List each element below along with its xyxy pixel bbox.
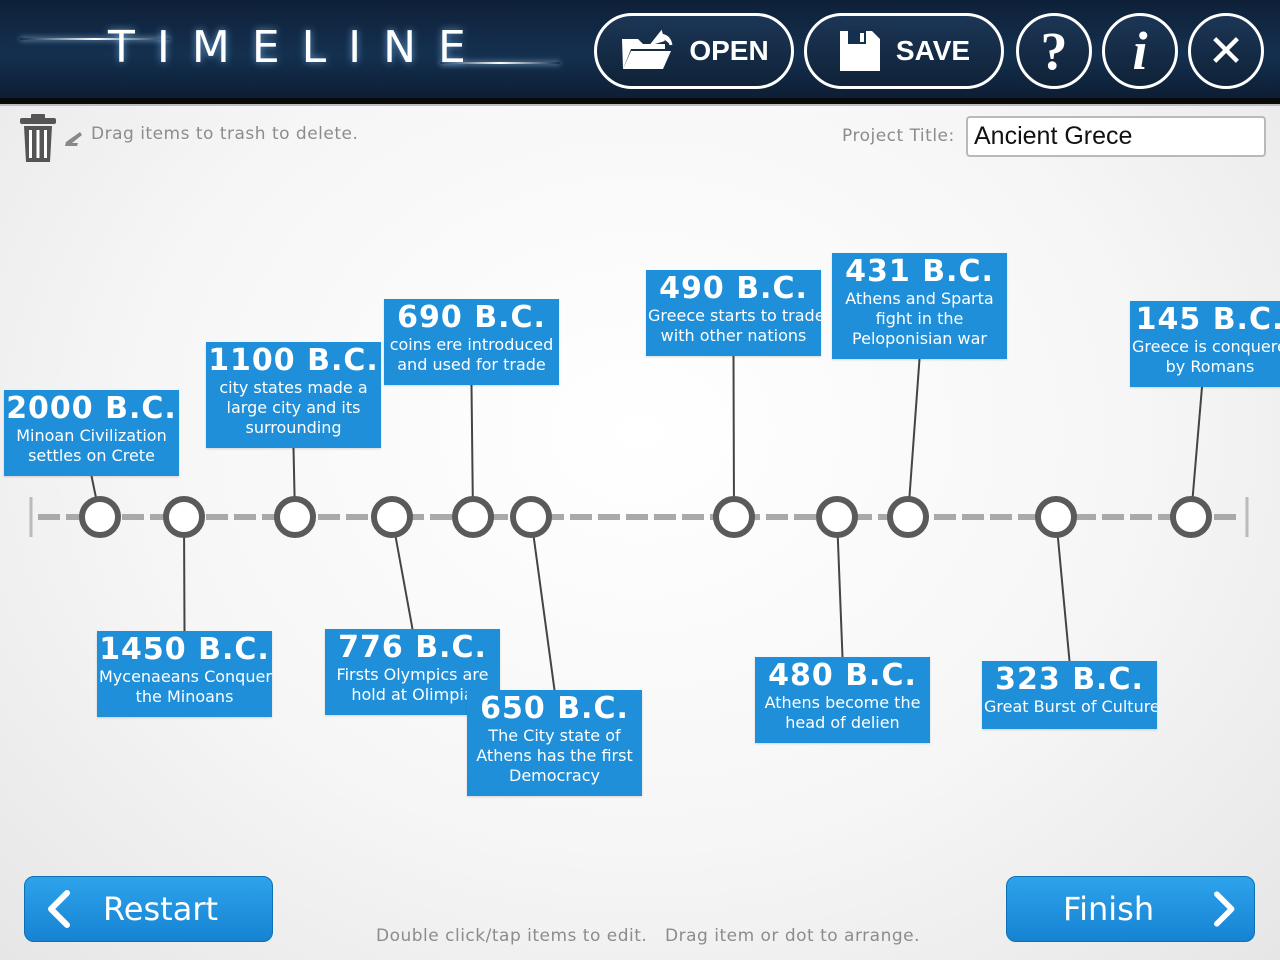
event-date: 431 B.C.	[845, 254, 994, 289]
timeline-dot[interactable]	[816, 496, 858, 538]
restart-button[interactable]: Restart	[24, 876, 273, 942]
event-card[interactable]: 490 B.C. Greece starts to trade with othe…	[646, 270, 821, 356]
event-description: Greece starts to trade with other nation…	[648, 306, 821, 345]
timeline-dot[interactable]	[1170, 496, 1212, 538]
event-date: 1100 B.C.	[208, 343, 379, 378]
bottom-hint: Double click/tap items to edit. Drag ite…	[376, 926, 920, 946]
event-card[interactable]: 431 B.C. Athens and Sparta fight in the P…	[832, 253, 1007, 359]
event-date: 690 B.C.	[397, 300, 546, 335]
event-date: 2000 B.C.	[6, 391, 177, 426]
timeline-dot[interactable]	[274, 496, 316, 538]
event-date: 1450 B.C.	[99, 632, 270, 667]
finish-button[interactable]: Finish	[1006, 876, 1255, 942]
event-description: city states made a large city and its su…	[219, 378, 368, 437]
event-description: coins ere introduced and used for trade	[389, 335, 554, 374]
event-card[interactable]: 650 B.C. The City state of Athens has the…	[467, 690, 642, 796]
timeline-dot[interactable]	[371, 496, 413, 538]
event-date: 490 B.C.	[659, 271, 808, 306]
chevron-left-icon	[48, 890, 70, 928]
event-card[interactable]: 480 B.C. Athens become the head of delien	[755, 657, 930, 743]
event-card[interactable]: 1450 B.C. Mycenaeans Conquer the Minoans	[97, 631, 272, 717]
event-date: 650 B.C.	[480, 691, 629, 726]
timeline-dot[interactable]	[887, 496, 929, 538]
event-connector	[732, 355, 735, 518]
restart-button-label: Restart	[103, 890, 219, 928]
event-description: Athens and Sparta fight in the Peloponis…	[845, 289, 994, 348]
timeline-dot[interactable]	[713, 496, 755, 538]
event-date: 776 B.C.	[338, 630, 487, 665]
event-description: The City state of Athens has the first D…	[476, 726, 633, 785]
event-card[interactable]: 2000 B.C. Minoan Civilization settles on …	[4, 390, 179, 476]
finish-button-label: Finish	[1063, 890, 1155, 928]
event-description: Mycenaeans Conquer the Minoans	[99, 667, 272, 706]
event-connector	[907, 358, 921, 518]
event-date: 323 B.C.	[995, 662, 1144, 697]
event-connector	[1055, 516, 1071, 662]
event-connector	[836, 516, 844, 658]
event-description: Minoan Civilization settles on Crete	[16, 426, 167, 465]
event-card[interactable]: 690 B.C. coins ere introduced and used fo…	[384, 299, 559, 385]
event-card[interactable]: 145 B.C.Greece is conquered by Romans	[1130, 301, 1280, 387]
timeline-dot[interactable]	[163, 496, 205, 538]
event-date: 145 B.C.	[1135, 302, 1280, 337]
timeline-dot[interactable]	[510, 496, 552, 538]
event-connector	[530, 516, 556, 691]
timeline-canvas	[29, 355, 1249, 691]
event-description: Athens become the head of delien	[764, 693, 921, 732]
timeline-dot[interactable]	[452, 496, 494, 538]
timeline-dot[interactable]	[79, 496, 121, 538]
event-card[interactable]: 1100 B.C. city states made a large city a…	[206, 342, 381, 448]
chevron-right-icon	[1214, 891, 1235, 927]
event-date: 480 B.C.	[768, 658, 917, 693]
event-description: Greece is conquered by Romans	[1132, 337, 1280, 376]
event-card[interactable]: 323 B.C. Great Burst of Culture	[982, 661, 1157, 729]
event-description: Great Burst of Culture	[984, 697, 1157, 716]
timeline-dot[interactable]	[1035, 496, 1077, 538]
